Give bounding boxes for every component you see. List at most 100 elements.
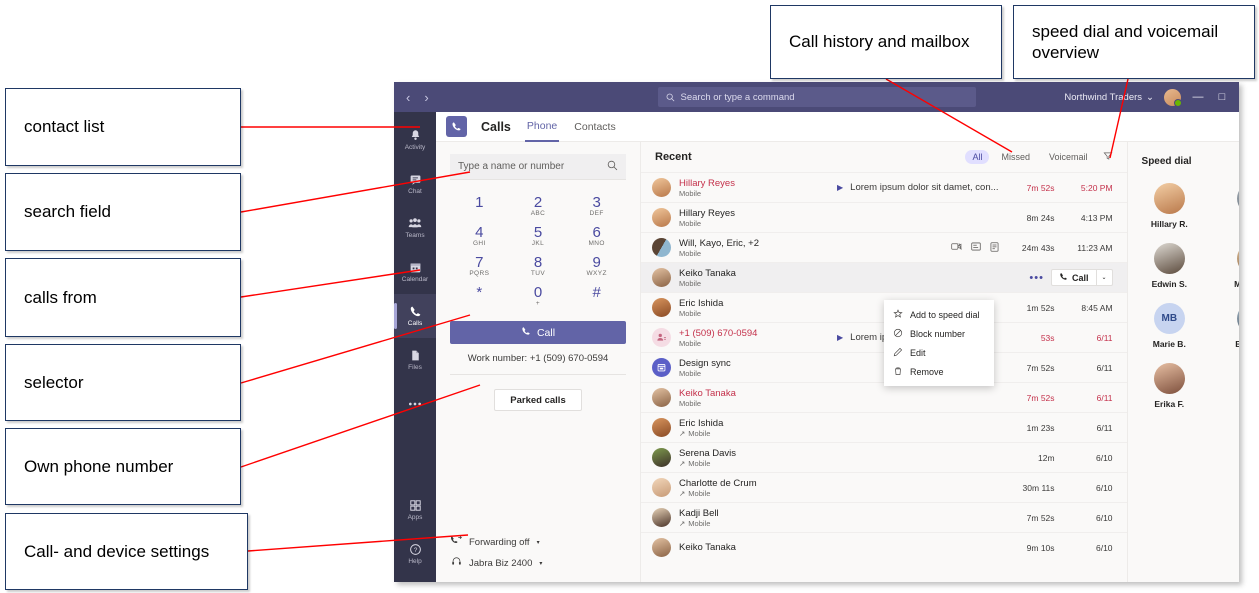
dial-key-6[interactable]: 6 MNO <box>574 224 620 247</box>
phone-icon <box>1059 272 1068 283</box>
audio-device-setting[interactable]: Jabra Biz 2400 ▾ <box>450 556 626 570</box>
dial-key-5[interactable]: 5 JKL <box>515 224 561 247</box>
avatar <box>652 418 671 437</box>
global-search-input[interactable]: Search or type a command <box>657 87 976 107</box>
call-forwarding-setting[interactable]: Forwarding off ▾ <box>450 535 626 549</box>
row-time: 6/10 <box>1095 512 1113 523</box>
dial-key-star[interactable]: * <box>456 284 502 307</box>
more-options-icon[interactable]: ••• <box>1029 272 1044 284</box>
row-name: Eric Ishida <box>679 297 724 309</box>
row-sub-label: Mobile <box>688 428 711 438</box>
menu-item-remove[interactable]: Remove <box>884 362 994 381</box>
speed-dial-item[interactable]: Erika F. <box>1128 363 1212 409</box>
row-names: Charlotte de Crum ↗ Mobile <box>679 478 829 498</box>
table-row[interactable]: Keiko Tanaka Mobile 7m 52s 6/11 <box>641 382 1127 412</box>
dial-key-4[interactable]: 4 GHI <box>456 224 502 247</box>
table-row[interactable]: Keiko Tanaka 9m 10s 6/10 <box>641 532 1127 562</box>
avatar <box>652 508 671 527</box>
row-time: 11:23 AM <box>1077 242 1113 253</box>
forward-icon[interactable]: › <box>424 90 428 105</box>
nav-arrows[interactable]: ‹ › <box>406 90 429 105</box>
video-off-icon[interactable] <box>950 242 962 253</box>
row-duration: 7m 52s <box>1026 512 1055 523</box>
avatar-group <box>652 238 671 257</box>
sidebar-item-chat[interactable]: Chat <box>394 162 436 206</box>
table-row[interactable]: Eric Ishida ↗ Mobile 1m 23s 6/11 <box>641 412 1127 442</box>
dial-key-0[interactable]: 0 + <box>515 284 561 307</box>
user-avatar[interactable] <box>1164 88 1182 107</box>
menu-item-add-to-speed-dial[interactable]: Add to speed dial <box>884 305 994 324</box>
sidebar-item-more[interactable] <box>394 382 436 426</box>
sidebar-item-apps[interactable]: Apps <box>394 488 436 532</box>
table-row[interactable]: Kadji Bell ↗ Mobile 7m 52s 6/10 <box>641 502 1127 532</box>
table-row[interactable]: Charlotte de Crum ↗ Mobile 30m 11s 6/10 <box>641 472 1127 502</box>
row-sub-label: Mobile <box>679 188 702 198</box>
table-row[interactable]: Hillary Reyes Mobile 8m 24s 4:13 PM <box>641 202 1127 232</box>
speed-dial-item[interactable]: Hillary R. <box>1128 183 1212 229</box>
maximize-button[interactable]: □ <box>1215 91 1229 103</box>
sidebar-item-help[interactable]: ? Help <box>394 532 436 576</box>
play-icon[interactable]: ▶ <box>837 183 843 192</box>
annotation-selector: selector <box>5 344 241 421</box>
row-context-menu[interactable]: Add to speed dial Block number Edit Remo… <box>884 300 994 386</box>
dial-key-7[interactable]: 7 PQRS <box>456 254 502 277</box>
apps-grid-icon <box>409 499 422 512</box>
table-row[interactable]: Will, Kayo, Eric, +2 Mobile 24m 43s 11:2… <box>641 232 1127 262</box>
call-button[interactable]: Call <box>450 321 626 344</box>
parked-calls-button[interactable]: Parked calls <box>494 389 582 411</box>
avatar <box>652 298 671 317</box>
sidebar-item-calls[interactable]: Calls <box>394 294 436 338</box>
sidebar-item-files[interactable]: Files <box>394 338 436 382</box>
dial-key-2[interactable]: 2 ABC <box>515 194 561 217</box>
tab-phone[interactable]: Phone <box>524 112 560 142</box>
people-icon <box>408 217 422 230</box>
speed-dial-item[interactable]: MB Marie B. <box>1128 303 1212 349</box>
annotation-text: selector <box>24 372 84 392</box>
speed-dial-item[interactable]: Bruno Z. <box>1211 303 1239 349</box>
annotation-contact-list: contact list <box>5 88 241 166</box>
sidebar-item-teams[interactable]: Teams <box>394 206 436 250</box>
sidebar-item-calendar[interactable]: Calendar <box>394 250 436 294</box>
tenant-switcher[interactable]: Northwind Traders ⌄ <box>1064 92 1154 103</box>
speed-dial-name: Miguel S. <box>1234 279 1239 289</box>
table-row[interactable]: Serena Davis ↗ Mobile 12m 6/10 <box>641 442 1127 472</box>
minimize-button[interactable]: — <box>1191 91 1205 103</box>
sidebar-item-activity[interactable]: Activity <box>394 118 436 162</box>
speed-dial-item[interactable]: Edwin S. <box>1128 243 1212 289</box>
menu-item-edit[interactable]: Edit <box>884 343 994 362</box>
avatar <box>652 388 671 407</box>
row-names: Will, Kayo, Eric, +2 Mobile <box>679 238 829 258</box>
row-time: 6/11 <box>1096 332 1113 343</box>
funnel-icon[interactable] <box>1103 151 1113 164</box>
speed-dial-item[interactable]: Miguel S. <box>1211 243 1239 289</box>
table-row[interactable]: Hillary Reyes Mobile ▶ Lorem ipsum dolor… <box>641 172 1127 202</box>
row-call-split-button[interactable]: Call ⌄ <box>1050 269 1113 286</box>
dial-key-hash[interactable]: # <box>574 284 620 307</box>
play-icon[interactable]: ▶ <box>837 333 843 342</box>
dial-key-8[interactable]: 8 TUV <box>515 254 561 277</box>
question-circle-icon: ? <box>409 543 422 556</box>
row-sub-label: Mobile <box>679 368 702 378</box>
dial-key-1[interactable]: 1 <box>456 194 502 217</box>
dial-search-placeholder: Type a name or number <box>458 161 565 172</box>
filter-voicemail[interactable]: Voicemail <box>1042 150 1095 164</box>
speed-dial-item[interactable]: Reta T. <box>1211 183 1239 229</box>
dial-search-input[interactable]: Type a name or number <box>450 154 626 180</box>
table-row[interactable]: Keiko Tanaka Mobile ••• Call ⌄ <box>641 262 1127 292</box>
dial-key-digit: # <box>592 284 601 301</box>
filter-all[interactable]: All <box>965 150 990 164</box>
dial-key-digit: 8 <box>533 254 543 271</box>
tab-contacts[interactable]: Contacts <box>572 112 617 142</box>
row-call-button[interactable]: Call <box>1052 272 1096 283</box>
annotation-search-field: search field <box>5 173 241 251</box>
menu-item-block-number[interactable]: Block number <box>884 324 994 343</box>
row-call-dropdown[interactable]: ⌄ <box>1095 270 1112 285</box>
dial-key-9[interactable]: 9 WXYZ <box>574 254 620 277</box>
filter-missed[interactable]: Missed <box>994 150 1037 164</box>
transcript-icon[interactable] <box>970 242 981 253</box>
row-duration: 7m 52s <box>1026 182 1055 193</box>
dial-key-3[interactable]: 3 DEF <box>574 194 620 217</box>
notes-icon[interactable] <box>990 241 999 254</box>
back-icon[interactable]: ‹ <box>406 90 410 105</box>
outgoing-arrow-icon: ↗ <box>679 488 686 498</box>
